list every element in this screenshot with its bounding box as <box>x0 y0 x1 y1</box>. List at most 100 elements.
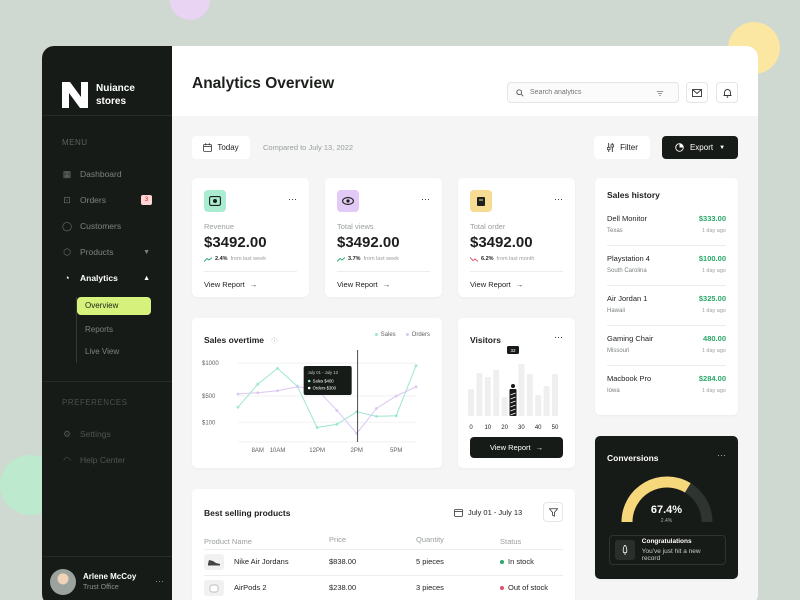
stat-card-total-views: ⋯ Total views $3492.00 3.7% from last we… <box>325 178 442 297</box>
view-report-label: View Report <box>489 443 531 452</box>
item-time: 1 day ago <box>701 228 726 234</box>
note-title: Congratulations <box>641 538 692 545</box>
list-item[interactable]: Gaming Chair Missouri 480.00 1 day ago <box>607 326 726 366</box>
data-point <box>394 394 398 398</box>
tooltip-dot <box>307 379 311 383</box>
arrow-right-icon: → <box>535 443 544 452</box>
sidebar-item-customers[interactable]: ◯ Customers <box>42 213 172 239</box>
data-point <box>375 414 378 418</box>
brand-name: Nuiance stores <box>96 82 135 107</box>
bar <box>543 386 550 416</box>
x-tick-label: 50 <box>552 425 559 431</box>
sidebar-item-help-center[interactable]: ◠ Help Center <box>42 447 172 473</box>
more-icon[interactable]: ⋯ <box>717 450 726 461</box>
brand[interactable]: Nuiance stores <box>42 46 172 116</box>
view-report-link[interactable]: View Report → <box>470 271 563 289</box>
sidebar-item-dashboard[interactable]: ▦ Dashboard <box>42 161 172 187</box>
cart-icon: ⊡ <box>63 194 71 205</box>
data-point <box>256 391 260 395</box>
table-row[interactable]: AirPods 2 $238.00 3 pieces Out of stock <box>204 575 563 599</box>
column-header: Product Name <box>204 536 252 546</box>
more-icon[interactable]: ⋯ <box>554 332 563 343</box>
legend-item-sales: Sales <box>374 332 396 338</box>
item-amount: $325.00 <box>698 294 726 303</box>
info-icon: ⓘ <box>271 339 278 345</box>
y-tick-label: $500 <box>202 394 216 400</box>
item-amount: $333.00 <box>698 214 726 223</box>
sidebar: Nuiance stores MENU ▦ Dashboard ⊡ Orders… <box>42 46 172 600</box>
x-tick-label: 10 <box>484 425 491 431</box>
funnel-icon <box>548 507 558 517</box>
arrow-right-icon: → <box>515 280 524 289</box>
list-item[interactable]: Playstation 4 South Carolina $100.00 1 day … <box>607 246 726 286</box>
notifications-button[interactable] <box>716 82 738 103</box>
toolbar: Today Compared to July 13, 2022 Filter E… <box>192 136 738 160</box>
search-icon <box>516 88 524 97</box>
tooltip-dot <box>307 386 311 390</box>
status-dot <box>500 559 504 564</box>
list-item[interactable]: Dell Monitor Texas $333.00 1 day ago <box>607 206 726 246</box>
x-tick-label: 20 <box>501 425 508 431</box>
sliders-icon[interactable] <box>656 89 664 97</box>
sidebar-item-products[interactable]: ⬡ Products ▼ <box>42 239 172 265</box>
tooltip-orders: Orders $300 <box>313 386 337 391</box>
sidebar-item-label: Customers <box>80 221 122 231</box>
page-title: Analytics Overview <box>192 75 335 92</box>
stat-trend-value: 2.4% <box>215 256 228 262</box>
rocket-icon <box>615 540 635 560</box>
export-button[interactable]: Export ▼ <box>662 136 738 159</box>
stat-trend-text: from last week <box>363 256 400 262</box>
stat-trend: 3.7% from last week <box>337 256 430 262</box>
more-icon[interactable]: ⋯ <box>288 194 297 205</box>
app-window: Nuiance stores MENU ▦ Dashboard ⊡ Orders… <box>42 46 758 600</box>
view-report-link[interactable]: View Report → <box>204 271 297 289</box>
more-icon[interactable]: ⋯ <box>554 194 563 205</box>
earbuds-thumbnail-icon <box>204 579 224 596</box>
stat-trend-text: from last month <box>496 256 535 262</box>
more-icon[interactable]: ⋯ <box>155 576 164 587</box>
item-time: 1 day ago <box>701 388 726 394</box>
product-price: $838.00 <box>329 557 357 566</box>
x-tick-label: 30 <box>518 425 525 431</box>
status-badge: In stock <box>508 557 534 566</box>
panel-title: Sales history <box>607 190 660 200</box>
list-item[interactable]: Air Jordan 1 Hawaii $325.00 1 day ago <box>607 286 726 326</box>
search-input[interactable] <box>530 89 650 96</box>
view-report-label: View Report <box>337 280 378 289</box>
table-row[interactable]: Nike Air Jordans $838.00 5 pieces In sto… <box>204 549 563 573</box>
stat-label: Total order <box>470 222 506 231</box>
stat-value: $3492.00 <box>204 234 267 251</box>
product-quantity: 5 pieces <box>416 557 444 566</box>
product-name: Nike Air Jordans <box>234 557 289 566</box>
sidebar-item-settings[interactable]: ⚙ Settings <box>42 421 172 447</box>
subnav-item-overview[interactable]: Overview <box>77 297 151 315</box>
panel-title: Best selling products <box>204 508 291 518</box>
mail-button[interactable] <box>686 82 708 103</box>
stat-trend: 2.4% from last week <box>204 256 297 262</box>
more-icon[interactable]: ⋯ <box>421 194 430 205</box>
filter-button[interactable] <box>543 502 563 522</box>
visitors-card: Visitors ⋯ 32 0 10 20 30 40 50 View Report → <box>458 318 575 468</box>
chart-legend: Sales Orders <box>374 332 430 338</box>
panel-title: Sales overtime <box>204 335 265 345</box>
view-report-link[interactable]: View Report → <box>337 271 430 289</box>
user-name: Arlene McCoy <box>83 572 137 581</box>
sidebar-item-orders[interactable]: ⊡ Orders 3 <box>42 187 172 213</box>
user-profile[interactable]: Arlene McCoy Trust Office ⋯ <box>42 556 172 600</box>
chart-tooltip: July 01 - July 13 Sales $400 Orders $300 <box>303 366 352 395</box>
stat-value: $3492.00 <box>337 234 400 251</box>
subnav-item-live-view[interactable]: Live View <box>77 341 172 363</box>
data-point <box>256 382 260 386</box>
bell-icon <box>723 88 731 98</box>
filter-button[interactable]: Filter <box>594 136 650 159</box>
search-box[interactable] <box>507 82 679 103</box>
list-item[interactable]: Macbook Pro Iowa $284.00 1 day ago <box>607 366 726 406</box>
sidebar-item-analytics[interactable]: ◔ Analytics ▲ <box>42 265 172 291</box>
subnav-item-reports[interactable]: Reports <box>77 319 172 341</box>
date-picker-button[interactable]: Today <box>192 136 250 159</box>
date-range-picker[interactable]: July 01 - July 13 <box>454 508 522 517</box>
bar <box>526 374 533 416</box>
visitors-view-report-button[interactable]: View Report → <box>470 437 563 458</box>
view-report-label: View Report <box>204 280 245 289</box>
view-report-label: View Report <box>470 280 511 289</box>
